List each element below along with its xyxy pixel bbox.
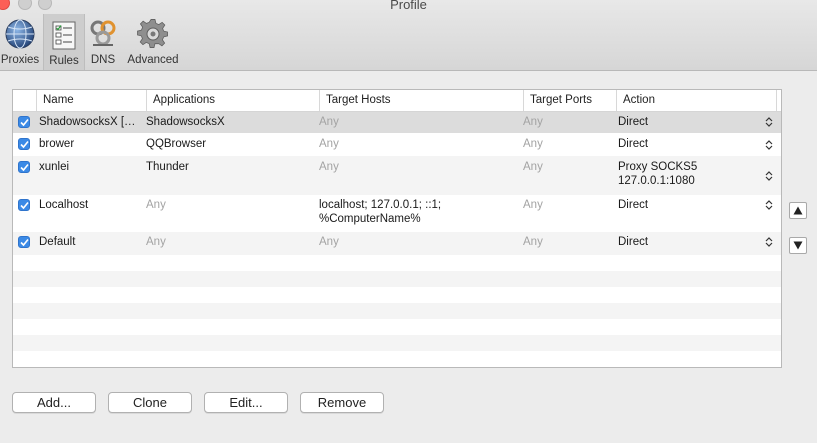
triangle-up-icon bbox=[793, 206, 803, 215]
column-header-action[interactable]: Action bbox=[616, 90, 776, 111]
enabled-checkbox[interactable] bbox=[18, 199, 30, 211]
rule-name: ShadowsocksX [… bbox=[39, 116, 136, 128]
toolbar-proxies[interactable]: Proxies bbox=[0, 13, 40, 69]
rule-name: brower bbox=[39, 138, 75, 150]
table-header: Name Applications Target Hosts Target Po… bbox=[13, 90, 781, 112]
dns-icon bbox=[90, 20, 116, 46]
enabled-checkbox[interactable] bbox=[18, 161, 30, 173]
table-row[interactable]: Default Any Any Any Direct bbox=[13, 232, 781, 255]
rule-target-hosts: Any bbox=[319, 161, 339, 173]
rule-action: Direct bbox=[618, 116, 649, 128]
rule-action: Direct bbox=[618, 138, 649, 150]
rule-target-ports: Any bbox=[523, 161, 543, 173]
empty-row bbox=[13, 335, 781, 351]
toolbar-advanced[interactable]: Advanced bbox=[124, 13, 182, 69]
action-stepper-icon[interactable] bbox=[765, 236, 773, 248]
toolbar-label: DNS bbox=[90, 54, 116, 66]
rule-applications: Any bbox=[146, 236, 166, 248]
empty-row bbox=[13, 255, 781, 271]
window-title: Profile bbox=[390, 0, 427, 12]
enabled-checkbox[interactable] bbox=[18, 116, 30, 128]
enabled-checkbox[interactable] bbox=[18, 138, 30, 150]
rule-name: xunlei bbox=[39, 161, 70, 173]
table-row[interactable]: brower QQBrowser Any Any Direct bbox=[13, 133, 781, 156]
table-row[interactable]: Localhost Any localhost; 127.0.0.1; ::1;… bbox=[13, 195, 781, 232]
rule-action: Direct bbox=[618, 236, 649, 248]
table-row[interactable]: xunlei Thunder Any Any Proxy SOCKS5 127.… bbox=[13, 156, 781, 195]
empty-row bbox=[13, 319, 781, 335]
toolbar-label: Advanced bbox=[127, 54, 179, 66]
rule-target-hosts: Any bbox=[319, 236, 339, 248]
empty-row bbox=[13, 287, 781, 303]
column-header-target-ports[interactable]: Target Ports bbox=[523, 90, 616, 111]
rule-applications: Thunder bbox=[146, 161, 189, 173]
toolbar-rules[interactable]: Rules bbox=[43, 14, 85, 70]
action-stepper-icon[interactable] bbox=[765, 199, 773, 211]
clone-button[interactable]: Clone bbox=[108, 392, 192, 413]
toolbar-label: Rules bbox=[49, 55, 79, 67]
globe-icon bbox=[5, 19, 35, 49]
remove-button[interactable]: Remove bbox=[300, 392, 384, 413]
edit-button[interactable]: Edit... bbox=[204, 392, 288, 413]
toolbar-label: Proxies bbox=[0, 54, 40, 66]
column-header-name[interactable]: Name bbox=[36, 90, 146, 111]
empty-row bbox=[13, 271, 781, 287]
window-toolbar: Profile Proxies Rules DNS Advanced bbox=[0, 0, 817, 71]
table-row[interactable]: ShadowsocksX [… ShadowsocksX Any Any Dir… bbox=[13, 112, 781, 133]
rule-target-ports: Any bbox=[523, 116, 543, 128]
rule-applications: Any bbox=[146, 199, 166, 211]
rule-action-detail: 127.0.0.1:1080 bbox=[618, 175, 695, 187]
rule-target-ports: Any bbox=[523, 199, 543, 211]
move-up-button[interactable] bbox=[789, 202, 807, 219]
action-stepper-icon[interactable] bbox=[765, 116, 773, 128]
rule-applications: ShadowsocksX bbox=[146, 116, 225, 128]
empty-row bbox=[13, 351, 781, 367]
column-header-applications[interactable]: Applications bbox=[146, 90, 319, 111]
rule-action: Proxy SOCKS5 bbox=[618, 161, 698, 173]
column-header-target-hosts[interactable]: Target Hosts bbox=[319, 90, 523, 111]
rules-list-icon bbox=[52, 21, 76, 50]
rule-target-ports: Any bbox=[523, 138, 543, 150]
action-stepper-icon[interactable] bbox=[765, 170, 773, 182]
rules-table[interactable]: Name Applications Target Hosts Target Po… bbox=[12, 89, 782, 368]
move-down-button[interactable] bbox=[789, 237, 807, 254]
rule-name: Default bbox=[39, 236, 76, 248]
rule-action: Direct bbox=[618, 199, 649, 211]
triangle-down-icon bbox=[793, 241, 803, 250]
rule-name: Localhost bbox=[39, 199, 89, 211]
enabled-checkbox[interactable] bbox=[18, 236, 30, 248]
rule-target-hosts: localhost; 127.0.0.1; ::1; bbox=[319, 199, 442, 211]
column-header-spacer bbox=[776, 90, 781, 111]
gear-icon bbox=[137, 19, 168, 48]
empty-row bbox=[13, 303, 781, 319]
rule-target-hosts: Any bbox=[319, 116, 339, 128]
rule-applications: QQBrowser bbox=[146, 138, 207, 150]
rule-target-hosts-detail: %ComputerName% bbox=[319, 213, 421, 225]
rule-target-hosts: Any bbox=[319, 138, 339, 150]
action-stepper-icon[interactable] bbox=[765, 139, 773, 151]
rule-target-ports: Any bbox=[523, 236, 543, 248]
toolbar-dns[interactable]: DNS bbox=[86, 13, 120, 69]
add-button[interactable]: Add... bbox=[12, 392, 96, 413]
